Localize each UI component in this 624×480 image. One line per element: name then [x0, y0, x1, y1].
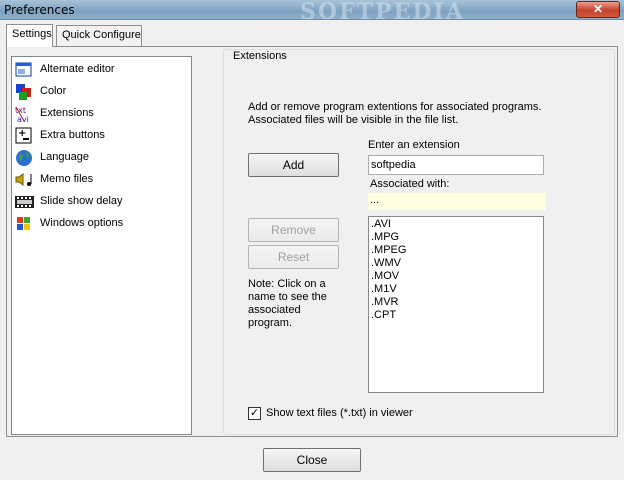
- extensions-list[interactable]: .AVI .MPG .MPEG .WMV .MOV .M1V .MVR .CPT: [368, 216, 544, 393]
- reset-button[interactable]: Reset: [248, 245, 339, 269]
- svg-text:+: +: [18, 128, 26, 139]
- extensions-note: Note: Click on a name to see the associa…: [248, 278, 340, 330]
- alternate-editor-icon: [15, 61, 33, 79]
- extra-buttons-icon: +: [15, 127, 33, 145]
- extensions-description: Add or remove program extentions for ass…: [248, 101, 588, 127]
- window-title: Preferences: [4, 3, 75, 17]
- extension-input[interactable]: [368, 155, 544, 175]
- note-line: name to see the: [248, 291, 327, 303]
- color-icon: [15, 83, 33, 101]
- associated-program-value: ...: [368, 193, 546, 210]
- speaker-music-icon: [15, 171, 33, 189]
- list-item-language[interactable]: Language: [15, 148, 185, 168]
- associated-with-label: Associated with:: [370, 178, 450, 190]
- windows-logo-icon: [15, 215, 33, 233]
- list-item-label: Windows options: [40, 217, 124, 229]
- list-item-extra-buttons[interactable]: + Extra buttons: [15, 126, 185, 146]
- tab-quick-configure[interactable]: Quick Configure: [56, 25, 142, 46]
- add-button[interactable]: Add: [248, 153, 339, 177]
- enter-extension-label: Enter an extension: [368, 139, 460, 151]
- extension-item[interactable]: .MVR: [371, 296, 541, 309]
- film-strip-icon: [15, 193, 34, 211]
- settings-category-list[interactable]: Alternate editor Color txtavi Extensions…: [11, 56, 192, 435]
- extension-item[interactable]: .M1V: [371, 283, 541, 296]
- list-item-label: Language: [40, 151, 89, 163]
- extension-item[interactable]: .WMV: [371, 257, 541, 270]
- extension-item[interactable]: .AVI: [371, 218, 541, 231]
- extensions-group-title: Extensions: [230, 50, 290, 62]
- list-item-label: Alternate editor: [40, 63, 115, 75]
- window-close-button[interactable]: ✕: [576, 1, 620, 18]
- list-item-label: Extensions: [40, 107, 94, 119]
- remove-button[interactable]: Remove: [248, 218, 339, 242]
- close-button[interactable]: Close: [263, 448, 361, 472]
- list-item-label: Extra buttons: [40, 129, 105, 141]
- settings-tab-panel: Alternate editor Color txtavi Extensions…: [6, 46, 618, 437]
- list-item-color[interactable]: Color: [15, 82, 185, 102]
- list-item-label: Color: [40, 85, 67, 97]
- list-item-windows-options[interactable]: Windows options: [15, 214, 185, 234]
- tab-settings[interactable]: Settings: [6, 24, 53, 47]
- show-text-files-checkbox[interactable]: ✓: [248, 407, 261, 420]
- note-line: Note: Click on a: [248, 278, 326, 290]
- list-item-memo-files[interactable]: Memo files: [15, 170, 185, 190]
- list-item-label: Memo files: [40, 173, 94, 185]
- globe-icon: [15, 149, 33, 167]
- list-item-extensions[interactable]: txtavi Extensions: [15, 104, 185, 124]
- preferences-window: Preferences SOFTPEDIA ✕ Settings Quick C…: [0, 0, 624, 480]
- description-line: Add or remove program extentions for ass…: [248, 101, 542, 113]
- list-item-label: Slide show delay: [40, 195, 123, 207]
- description-line: Associated files will be visible in the …: [248, 114, 459, 126]
- list-item-slide-show-delay[interactable]: Slide show delay: [15, 192, 185, 212]
- extension-item[interactable]: .MOV: [371, 270, 541, 283]
- extension-item[interactable]: .MPG: [371, 231, 541, 244]
- title-watermark: SOFTPEDIA: [300, 0, 465, 25]
- extension-item[interactable]: .MPEG: [371, 244, 541, 257]
- list-item-alternate-editor[interactable]: Alternate editor: [15, 60, 185, 80]
- show-text-files-label: Show text files (*.txt) in viewer: [266, 407, 413, 419]
- extension-item[interactable]: .CPT: [371, 309, 541, 322]
- title-bar[interactable]: Preferences SOFTPEDIA ✕: [0, 0, 624, 25]
- note-line: program.: [248, 317, 293, 329]
- note-line: associated: [248, 304, 301, 316]
- extensions-icon: txtavi: [15, 105, 33, 124]
